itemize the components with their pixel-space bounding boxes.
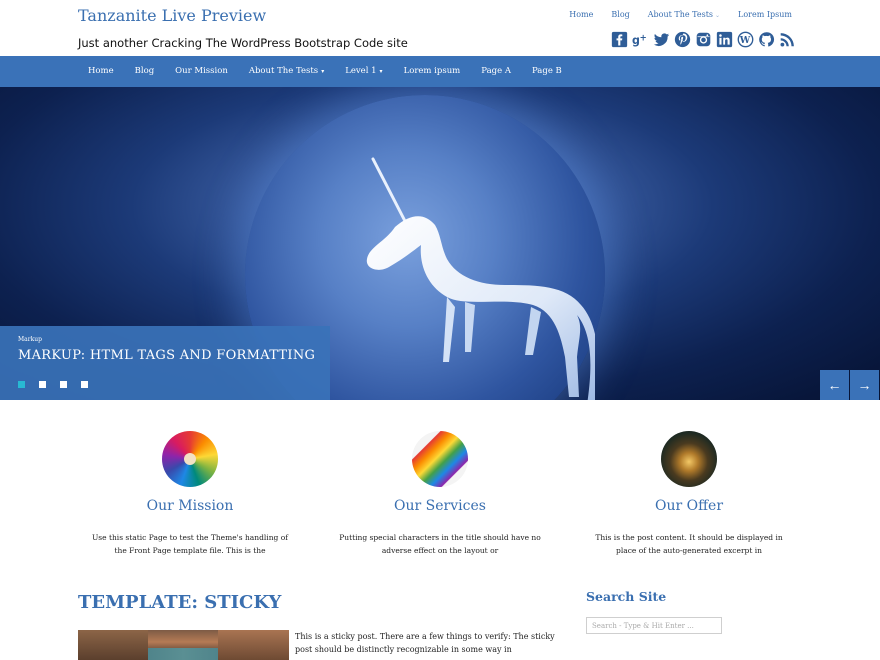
linkedin-icon[interactable] (715, 30, 733, 48)
top-menu-blog[interactable]: Blog (611, 10, 629, 19)
google-plus-icon[interactable]: g + (631, 30, 649, 48)
slider-next-button[interactable]: → (850, 370, 879, 400)
twitter-icon[interactable] (652, 30, 670, 48)
nav-item-our-mission[interactable]: Our Mission (175, 66, 228, 76)
svg-text:g: g (632, 33, 640, 46)
slider-dot[interactable] (39, 381, 46, 388)
feature-our-services: Our Services Putting special characters … (315, 431, 565, 557)
nav-item-home[interactable]: Home (88, 66, 114, 76)
nav-item-lorem-ipsum[interactable]: Lorem ipsum (404, 66, 461, 76)
feature-text: This is the post content. It should be d… (595, 533, 783, 555)
chevron-down-icon: ⌄ (715, 12, 721, 19)
unicorn-image (366, 157, 595, 400)
arrow-left-icon: ← (827, 377, 842, 393)
feature-text: Use this static Page to test the Theme's… (91, 533, 289, 555)
post-thumbnail[interactable] (78, 630, 289, 660)
svg-text:+: + (639, 33, 646, 43)
feature-text: Putting special characters in the title … (339, 533, 541, 555)
nav-item-level-1-label: Level 1 (345, 66, 377, 76)
site-title[interactable]: Tanzanite Live Preview (78, 6, 266, 25)
wordpress-icon[interactable]: W (736, 30, 754, 48)
slide-category[interactable]: Markup (18, 336, 42, 343)
feature-our-offer: Our Offer This is the post content. It s… (564, 431, 814, 557)
search-widget-title: Search Site (586, 589, 667, 604)
feature-our-mission: Our Mission Use this static Page to test… (65, 431, 315, 557)
top-menu-about-the-tests[interactable]: About The Tests ⌄ (648, 10, 720, 19)
slider-dot[interactable] (81, 381, 88, 388)
nav-item-page-b[interactable]: Page B (532, 66, 562, 76)
rss-icon[interactable] (778, 30, 796, 48)
site-header: Tanzanite Live Preview Just another Crac… (0, 0, 880, 56)
site-tagline: Just another Cracking The WordPress Boot… (78, 36, 408, 50)
facebook-icon[interactable] (610, 30, 628, 48)
slide-title[interactable]: MARKUP: HTML TAGS AND FORMATTING (18, 348, 315, 363)
post-title[interactable]: TEMPLATE: STICKY (78, 592, 281, 613)
main-navbar: Home Blog Our Mission About The Tests ▾ L… (0, 56, 880, 87)
caret-down-icon: ▾ (321, 68, 325, 75)
feature-title[interactable]: Our Offer (564, 498, 814, 514)
pinterest-icon[interactable] (673, 30, 691, 48)
top-menu-home[interactable]: Home (569, 10, 593, 19)
slider-dot[interactable] (18, 381, 25, 388)
colored-pencils-image[interactable] (162, 431, 218, 487)
hero-slider: Markup MARKUP: HTML TAGS AND FORMATTING … (0, 87, 880, 400)
nav-item-level-1[interactable]: Level 1 ▾ (345, 66, 382, 76)
social-icons: g + W (610, 30, 796, 48)
search-input[interactable] (586, 617, 722, 634)
slider-indicators (18, 381, 88, 388)
feature-title[interactable]: Our Services (315, 498, 565, 514)
instagram-icon[interactable] (694, 30, 712, 48)
slide-caption: Markup MARKUP: HTML TAGS AND FORMATTING (0, 326, 330, 400)
feature-title[interactable]: Our Mission (65, 498, 315, 514)
top-menu-lorem-ipsum[interactable]: Lorem Ipsum (738, 10, 792, 19)
top-menu-about-label: About The Tests (647, 10, 714, 19)
nav-item-blog[interactable]: Blog (135, 66, 155, 76)
markers-image[interactable] (412, 431, 468, 487)
slider-prev-button[interactable]: ← (820, 370, 849, 400)
svg-text:W: W (738, 35, 750, 46)
nav-item-about-label: About The Tests (248, 66, 319, 76)
nav-item-page-a[interactable]: Page A (481, 66, 511, 76)
arrow-right-icon: → (857, 377, 872, 393)
slider-dot[interactable] (60, 381, 67, 388)
city-lights-image[interactable] (661, 431, 717, 487)
caret-down-icon: ▾ (379, 68, 383, 75)
github-icon[interactable] (757, 30, 775, 48)
post-excerpt: This is a sticky post. There are a few t… (295, 632, 555, 654)
top-menu: Home Blog About The Tests ⌄ Lorem Ipsum (551, 10, 792, 19)
nav-item-about-the-tests[interactable]: About The Tests ▾ (249, 66, 324, 76)
